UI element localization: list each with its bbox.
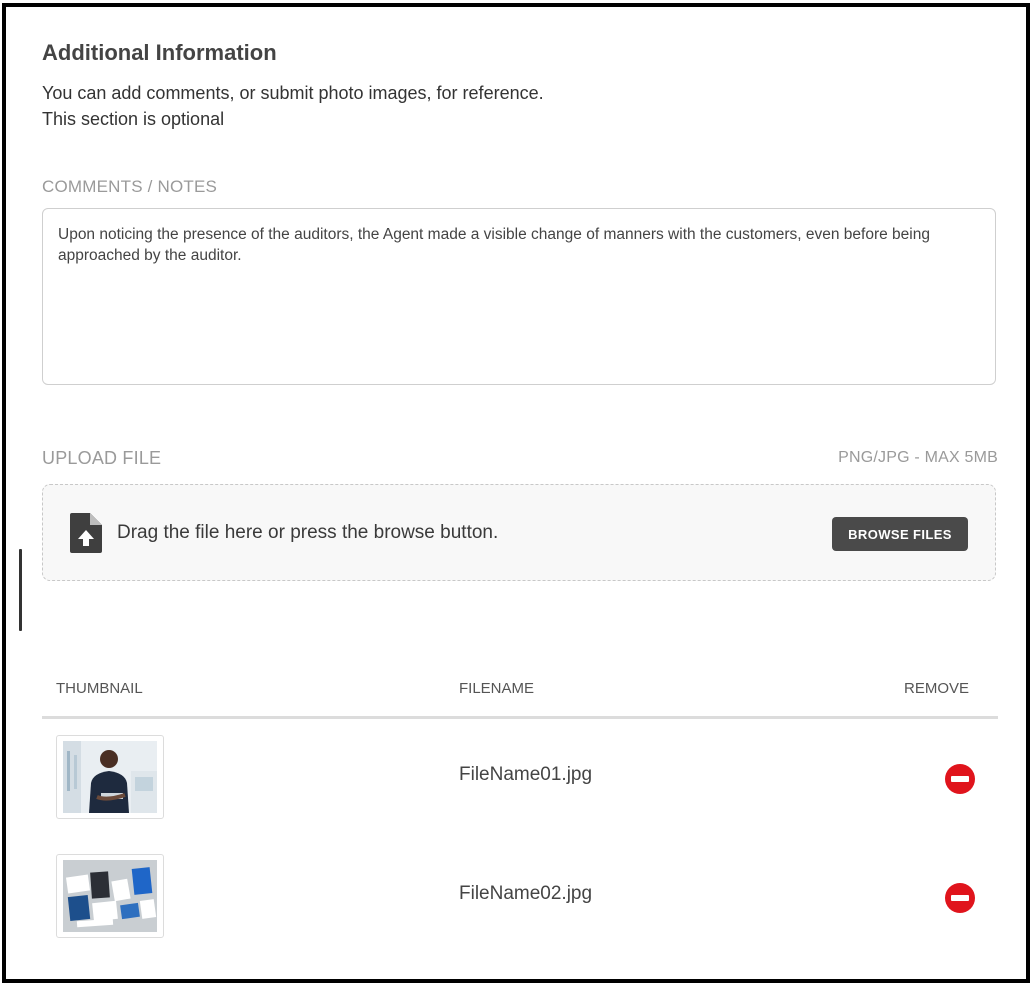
dropzone-instructions: Drag the file here or press the browse b… <box>117 522 499 543</box>
remove-circle-icon[interactable] <box>945 764 975 794</box>
thumbnail-image[interactable] <box>56 854 164 938</box>
table-header-divider <box>42 716 998 719</box>
column-header-thumbnail: THUMBNAIL <box>56 680 143 697</box>
file-dropzone[interactable]: Drag the file here or press the browse b… <box>42 484 996 581</box>
section-description: You can add comments, or submit photo im… <box>42 83 544 103</box>
side-scroll-handle[interactable] <box>19 549 22 631</box>
upload-format-hint: PNG/JPG - MAX 5MB <box>838 449 998 466</box>
comments-label: COMMENTS / NOTES <box>42 177 218 196</box>
photo-man-office <box>63 741 157 813</box>
section-title: Additional Information <box>42 40 277 65</box>
column-header-remove: REMOVE <box>904 680 970 697</box>
remove-circle-icon[interactable] <box>945 883 975 913</box>
photo-stationery-mockup <box>63 860 157 932</box>
table-row: FileName02.jpg <box>42 845 998 955</box>
file-name: FileName02.jpg <box>459 883 593 904</box>
section-optional-note: This section is optional <box>42 109 225 129</box>
file-name: FileName01.jpg <box>459 764 593 785</box>
column-header-filename: FILENAME <box>459 680 535 697</box>
comments-textarea[interactable]: Upon noticing the presence of the audito… <box>42 208 996 385</box>
table-row: FileName01.jpg <box>42 726 998 836</box>
upload-file-label: UPLOAD FILE <box>42 448 162 468</box>
file-upload-icon <box>70 513 102 553</box>
thumbnail-image[interactable] <box>56 735 164 819</box>
browse-files-button[interactable]: BROWSE FILES <box>832 517 968 551</box>
